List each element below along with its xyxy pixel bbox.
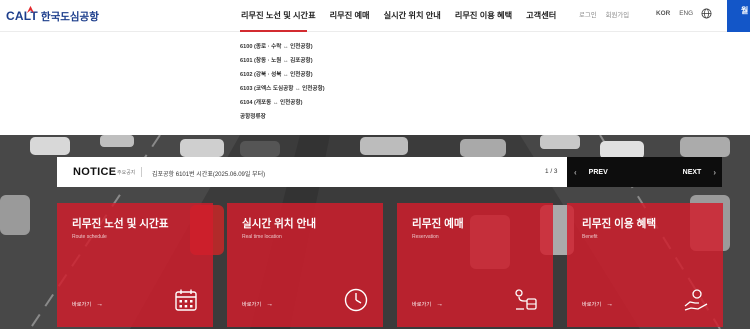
login-link[interactable]: 로그인 [579,10,597,19]
dropdown-list: 6100 (종로 · 수락 ↔ 인천공항) 6101 (창동 · 노원 ↔ 김포… [240,40,325,124]
nav-customer-center[interactable]: 고객센터 [526,9,556,21]
nav-realtime-location[interactable]: 실시간 위치 안내 [384,9,441,21]
main-nav: 리무진 노선 및 시간표 리무진 예매 실시간 위치 안내 리무진 이용 혜택 … [241,9,570,21]
card-route-schedule[interactable]: 리무진 노선 및 시간표 Route schedule 바로가기 → [57,203,213,327]
notice-title: NOTICE [73,166,117,178]
notice-next-button[interactable]: NEXT › [683,168,716,177]
lang-kor[interactable]: KOR [656,10,670,17]
dropdown-item-6101[interactable]: 6101 (창동 · 노원 ↔ 김포공항) [240,54,325,68]
card-title: 리무진 예매 [412,218,464,230]
card-link[interactable]: 바로가기 → [582,301,613,308]
lang-eng[interactable]: ENG [679,10,693,17]
card-link-label: 바로가기 [72,302,92,308]
hand-coin-icon [684,289,708,311]
util-links: 로그인 회원가입 [579,10,638,19]
language-switch: KOR ENG [656,10,702,17]
dropdown-item-6104[interactable]: 6104 (개포동 ↔ 인천공항) [240,96,325,110]
dropdown-item-6100[interactable]: 6100 (종로 · 수락 ↔ 인천공항) [240,40,325,54]
card-link[interactable]: 바로가기 → [72,301,103,308]
route-bus-icon [515,289,537,310]
arrow-right-icon: → [606,301,614,308]
notice-prev-button[interactable]: ‹ PREV [574,168,608,177]
side-quick-button[interactable]: 월 [727,0,750,32]
card-link[interactable]: 바로가기 → [412,301,443,308]
card-benefit[interactable]: 리무진 이용 혜택 Benefit 바로가기 → [567,203,723,327]
notice-pagination: 1 / 3 [545,168,558,175]
card-reservation[interactable]: 리무진 예매 Reservation 바로가기 → [397,203,553,327]
prev-label: PREV [588,169,608,176]
calendar-icon [175,289,197,311]
dropdown-item-6102[interactable]: 6102 (강북 · 성북 ↔ 인천공항) [240,68,325,82]
nav-benefit[interactable]: 리무진 이용 혜택 [455,9,512,21]
card-realtime-location[interactable]: 실시간 위치 안내 Real time location 바로가기 → [227,203,383,327]
card-subtitle: Real time location [242,234,282,240]
notice-divider [141,167,142,177]
arrow-right-icon: → [96,301,104,308]
notice-bar: NOTICE 주요공지 김포공항 6101번 시간표(2025.06.09일 부… [57,157,567,187]
card-link-label: 바로가기 [412,302,432,308]
card-link[interactable]: 바로가기 → [242,301,273,308]
card-subtitle: Route schedule [72,234,107,240]
site-header: CALT 한국도심공항 리무진 노선 및 시간표 리무진 예매 실시간 위치 안… [0,0,750,32]
logo-wing-icon [26,5,35,14]
logo-korean: 한국도심공항 [40,10,99,23]
card-link-label: 바로가기 [242,302,262,308]
card-subtitle: Reservation [412,234,439,240]
notice-subtitle: 주요공지 [117,170,136,176]
chevron-right-icon: › [713,168,716,177]
notice-nav: ‹ PREV NEXT › [567,157,722,187]
logo[interactable]: CALT 한국도심공항 [6,5,99,24]
card-title: 리무진 노선 및 시간표 [72,218,169,230]
dropdown-item-airport-stops[interactable]: 공항정류장 [240,110,325,124]
globe-icon[interactable] [701,8,712,19]
notice-headline-link[interactable]: 김포공항 6101번 시간표(2025.06.09일 부터) [152,169,265,178]
card-title: 리무진 이용 혜택 [582,218,657,230]
card-subtitle: Benefit [582,234,598,240]
dropdown-item-6103[interactable]: 6103 (코엑스 도심공항 ↔ 인천공항) [240,82,325,96]
nav-dropdown: 6100 (종로 · 수락 ↔ 인천공항) 6101 (창동 · 노원 ↔ 김포… [0,32,750,135]
arrow-right-icon: → [266,301,274,308]
signup-link[interactable]: 회원가입 [606,10,630,19]
card-link-label: 바로가기 [582,302,602,308]
clock-icon [344,288,368,312]
nav-reservation[interactable]: 리무진 예매 [330,9,370,21]
arrow-right-icon: → [436,301,444,308]
chevron-left-icon: ‹ [574,168,577,177]
card-title: 실시간 위치 안내 [242,218,317,230]
next-label: NEXT [682,169,702,176]
nav-route-schedule[interactable]: 리무진 노선 및 시간표 [241,9,316,21]
